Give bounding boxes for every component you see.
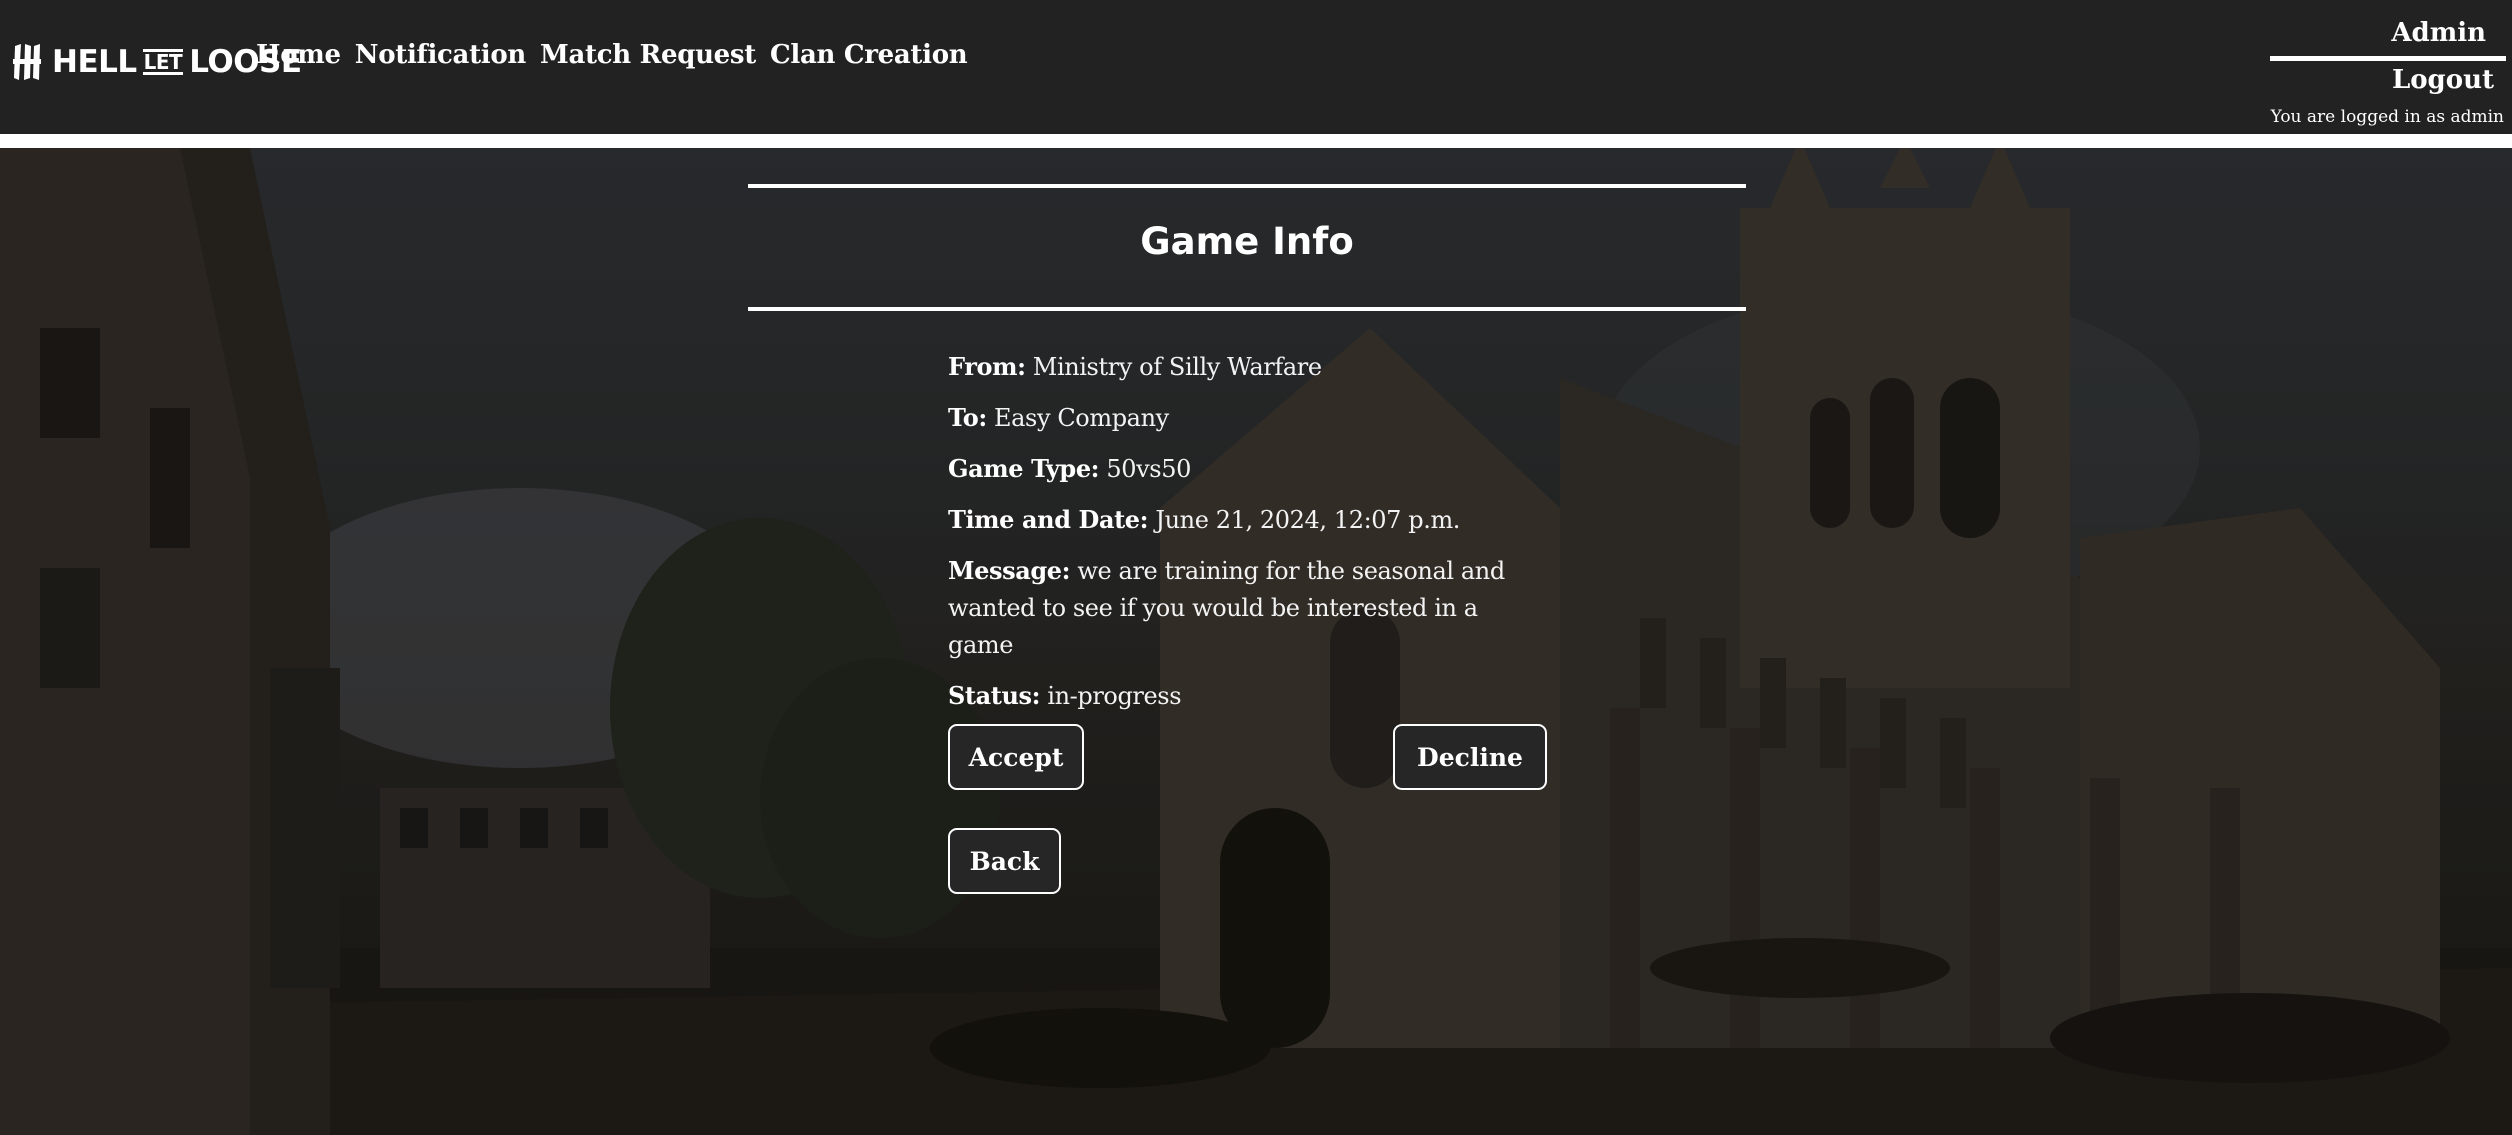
logged-in-status: You are logged in as admin bbox=[2270, 107, 2504, 127]
game-type-label: Game Type: bbox=[948, 454, 1100, 483]
account-username[interactable]: Admin bbox=[2270, 18, 2506, 61]
accept-button[interactable]: Accept bbox=[948, 724, 1084, 790]
top-navbar: HELL LET LOOSE Home Notification Match R… bbox=[0, 0, 2512, 134]
detail-game-type: Game Type: 50vs50 bbox=[948, 450, 1548, 488]
back-button[interactable]: Back bbox=[948, 828, 1061, 894]
main-nav: Home Notification Match Request Clan Cre… bbox=[256, 40, 968, 70]
game-type-value: 50vs50 bbox=[1106, 455, 1191, 483]
logout-link[interactable]: Logout bbox=[2270, 65, 2506, 95]
account-menu: Admin Logout bbox=[2270, 18, 2506, 95]
nav-notification-link[interactable]: Notification bbox=[355, 40, 527, 70]
detail-message: Message: we are training for the seasona… bbox=[948, 552, 1548, 664]
hll-claw-icon bbox=[13, 44, 41, 80]
nav-match-request-link[interactable]: Match Request bbox=[540, 40, 756, 70]
header-divider bbox=[0, 134, 2512, 148]
to-label: To: bbox=[948, 403, 987, 432]
status-value: in-progress bbox=[1047, 682, 1182, 710]
decline-button[interactable]: Decline bbox=[1393, 724, 1547, 790]
message-label: Message: bbox=[948, 556, 1071, 585]
title-rule-bottom bbox=[748, 307, 1746, 311]
nav-clan-creation-link[interactable]: Clan Creation bbox=[770, 40, 968, 70]
status-label: Status: bbox=[948, 681, 1041, 710]
from-value: Ministry of Silly Warfare bbox=[1032, 353, 1322, 381]
from-label: From: bbox=[948, 352, 1026, 381]
brand-word-mid: LET bbox=[142, 49, 184, 75]
game-details: From: Ministry of Silly Warfare To: Easy… bbox=[948, 348, 1548, 728]
title-rule-top bbox=[748, 184, 1746, 188]
page-title: Game Info bbox=[1140, 220, 1354, 263]
to-value: Easy Company bbox=[994, 404, 1169, 432]
time-and-date-value: June 21, 2024, 12:07 p.m. bbox=[1155, 506, 1461, 534]
detail-to: To: Easy Company bbox=[948, 399, 1548, 437]
nav-home-link[interactable]: Home bbox=[256, 40, 341, 70]
detail-time-and-date: Time and Date: June 21, 2024, 12:07 p.m. bbox=[948, 501, 1548, 539]
brand-word-left: HELL bbox=[52, 44, 137, 80]
detail-status: Status: in-progress bbox=[948, 677, 1548, 715]
time-and-date-label: Time and Date: bbox=[948, 505, 1149, 534]
detail-from: From: Ministry of Silly Warfare bbox=[948, 348, 1548, 386]
